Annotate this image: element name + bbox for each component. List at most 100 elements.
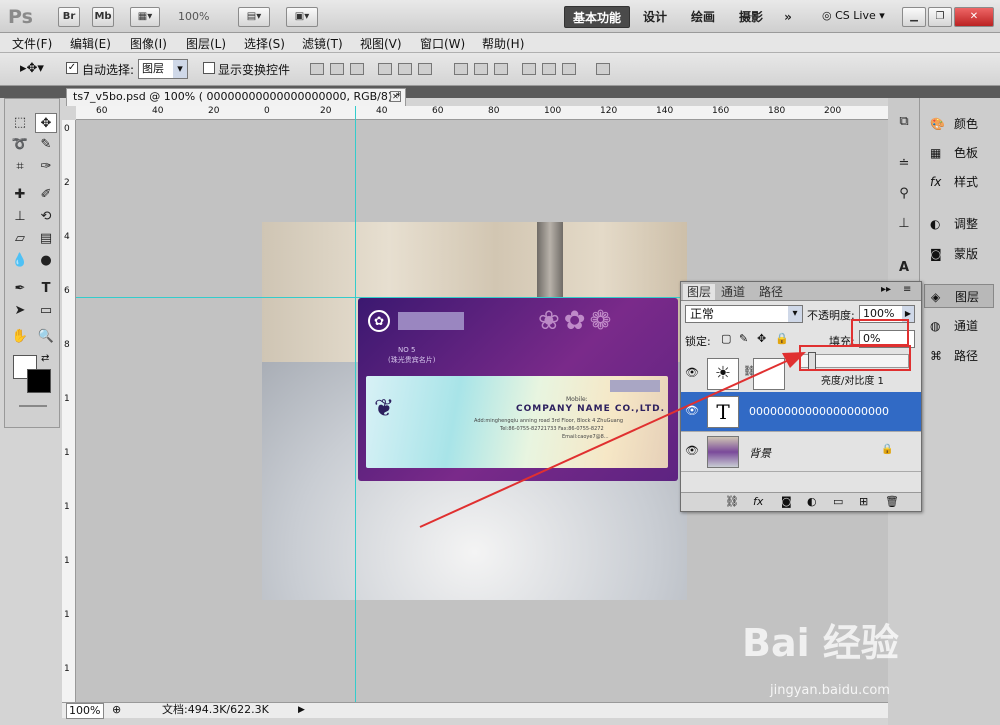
layer-name[interactable]: 亮度/对比度 1 xyxy=(821,372,884,387)
blur-tool-icon[interactable]: 💧 xyxy=(9,251,31,271)
eye-icon[interactable]: 👁 xyxy=(685,444,699,458)
eyedropper-tool-icon[interactable]: ✑ xyxy=(35,157,57,177)
character-panel-icon[interactable]: A xyxy=(893,258,915,278)
zoom-level[interactable]: 100% xyxy=(178,10,209,23)
minibridge-button[interactable]: Mb xyxy=(92,7,114,27)
align-left-icon[interactable] xyxy=(378,63,392,75)
link-layers-icon[interactable]: ⛓ xyxy=(725,495,739,508)
align-bottom-icon[interactable] xyxy=(350,63,364,75)
menu-help[interactable]: 帮助(H) xyxy=(482,35,524,52)
auto-select-dropdown[interactable]: 图层 ▾ xyxy=(138,59,188,79)
brush-tool-icon[interactable]: ✐ xyxy=(35,185,57,205)
cs-live-button[interactable]: ◎ CS Live ▾ xyxy=(822,9,885,22)
dock-layers[interactable]: ◈ 图层 xyxy=(924,284,994,308)
dock-swatches[interactable]: ▦ 色板 xyxy=(924,141,994,165)
distribute-top-icon[interactable] xyxy=(454,63,468,75)
new-group-icon[interactable]: ▭ xyxy=(833,495,843,508)
show-transform-checkbox[interactable] xyxy=(203,62,215,74)
screen-mode-button[interactable]: ▣▾ xyxy=(286,7,318,27)
type-tool-icon[interactable]: T xyxy=(35,279,57,299)
workspace-painting[interactable]: 绘画 xyxy=(688,6,718,28)
lock-position-icon[interactable]: ✥ xyxy=(757,332,766,345)
menu-filter[interactable]: 滤镜(T) xyxy=(302,35,343,52)
dock-color[interactable]: 🎨 颜色 xyxy=(924,112,994,136)
new-adjustment-icon[interactable]: ◐ xyxy=(807,495,817,508)
document-tab[interactable]: ts7_v5bo.psd @ 100% ( 000000000000000000… xyxy=(66,88,406,106)
layer-mask-thumbnail[interactable] xyxy=(753,358,785,390)
crop-tool-icon[interactable]: ⌗ xyxy=(9,157,31,177)
eraser-tool-icon[interactable]: ▱ xyxy=(9,229,31,249)
align-hcenter-icon[interactable] xyxy=(398,63,412,75)
swap-colors-icon[interactable]: ⇄ xyxy=(41,353,49,364)
layer-name[interactable]: 背景 xyxy=(749,445,771,461)
menu-window[interactable]: 窗口(W) xyxy=(420,35,465,52)
dock-adjustments[interactable]: ◐ 调整 xyxy=(924,212,994,236)
minimize-button[interactable]: ▁ xyxy=(902,7,926,27)
close-button[interactable]: ✕ xyxy=(954,7,994,27)
lock-pixels-icon[interactable]: ✎ xyxy=(739,332,748,345)
dodge-tool-icon[interactable]: ● xyxy=(35,251,57,271)
layer-name[interactable]: 00000000000000000000 xyxy=(749,405,889,418)
auto-select-checkbox[interactable]: ✓ xyxy=(66,62,78,74)
vertical-guide[interactable] xyxy=(355,106,356,702)
delete-layer-icon[interactable]: 🗑 xyxy=(885,495,899,508)
gradient-tool-icon[interactable]: ▤ xyxy=(35,229,57,249)
dock-paths[interactable]: ⌘ 路径 xyxy=(924,344,994,368)
opacity-input[interactable]: 100% ▶ xyxy=(859,305,915,323)
lock-transparent-icon[interactable]: ▢ xyxy=(721,332,731,345)
opacity-arrow-icon[interactable]: ▶ xyxy=(902,306,914,322)
auto-align-layers-icon[interactable] xyxy=(596,63,610,75)
layer-row-background[interactable]: 👁 背景 🔒 xyxy=(681,432,921,472)
clone-stamp-tool-icon[interactable]: ⊥ xyxy=(9,207,31,227)
bridge-button[interactable]: Br xyxy=(58,7,80,27)
distribute-bottom-icon[interactable] xyxy=(494,63,508,75)
arrange-documents-button[interactable]: ▤▾ xyxy=(238,7,270,27)
brush-panel-icon[interactable]: ⚲ xyxy=(893,184,915,204)
quick-mask-icon[interactable] xyxy=(19,405,47,407)
menu-file[interactable]: 文件(F) xyxy=(12,35,52,52)
tab-channels[interactable]: 通道 xyxy=(717,284,749,300)
fill-input[interactable]: 0% xyxy=(859,330,915,348)
eye-icon[interactable]: 👁 xyxy=(685,366,699,380)
quick-select-tool-icon[interactable]: ✎ xyxy=(35,135,57,155)
dock-styles[interactable]: fx 样式 xyxy=(924,170,994,194)
dock-channels[interactable]: ◍ 通道 xyxy=(924,314,994,338)
menu-select[interactable]: 选择(S) xyxy=(244,35,285,52)
brush-presets-icon[interactable]: ≐ xyxy=(893,154,915,174)
tab-paths[interactable]: 路径 xyxy=(755,284,787,300)
healing-brush-tool-icon[interactable]: ✚ xyxy=(9,185,31,205)
zoom-tool-icon[interactable]: 🔍 xyxy=(35,327,57,347)
add-style-icon[interactable]: fx xyxy=(753,495,763,508)
panel-collapse-icon[interactable]: ▸▸ xyxy=(881,284,891,295)
align-right-icon[interactable] xyxy=(418,63,432,75)
status-zoom[interactable]: 100% xyxy=(66,703,104,719)
lasso-tool-icon[interactable]: ➰ xyxy=(9,135,31,155)
eye-icon[interactable]: 👁 xyxy=(685,404,699,418)
add-mask-icon[interactable]: ◙ xyxy=(781,495,792,508)
layer-row-text[interactable]: 👁 T 00000000000000000000 xyxy=(681,392,921,432)
tab-layers[interactable]: 图层 xyxy=(683,284,716,300)
workspace-photography[interactable]: 摄影 xyxy=(736,6,766,28)
distribute-vcenter-icon[interactable] xyxy=(474,63,488,75)
lock-all-icon[interactable]: 🔒 xyxy=(775,332,789,345)
move-tool-icon[interactable]: ✥ xyxy=(35,113,57,133)
marquee-tool-icon[interactable]: ⬚ xyxy=(9,113,31,133)
align-vcenter-icon[interactable] xyxy=(330,63,344,75)
status-icon[interactable]: ⊕ xyxy=(112,703,121,717)
menu-image[interactable]: 图像(I) xyxy=(130,35,167,52)
dock-masks[interactable]: ◙ 蒙版 xyxy=(924,242,994,266)
history-panel-icon[interactable]: ⧉ xyxy=(893,112,915,132)
workspace-design[interactable]: 设计 xyxy=(640,6,670,28)
hand-tool-icon[interactable]: ✋ xyxy=(9,327,31,347)
menu-view[interactable]: 视图(V) xyxy=(360,35,402,52)
restore-button[interactable]: ❐ xyxy=(928,7,952,27)
menu-edit[interactable]: 编辑(E) xyxy=(70,35,111,52)
more-workspaces-button[interactable]: » xyxy=(778,6,798,28)
distribute-left-icon[interactable] xyxy=(522,63,536,75)
shape-tool-icon[interactable]: ▭ xyxy=(35,301,57,321)
view-extras-button[interactable]: ▦▾ xyxy=(130,7,160,27)
move-tool-preset-icon[interactable]: ▸✥▾ xyxy=(20,61,44,76)
history-brush-tool-icon[interactable]: ⟲ xyxy=(35,207,57,227)
distribute-hcenter-icon[interactable] xyxy=(542,63,556,75)
new-layer-icon[interactable]: ⊞ xyxy=(859,495,868,508)
